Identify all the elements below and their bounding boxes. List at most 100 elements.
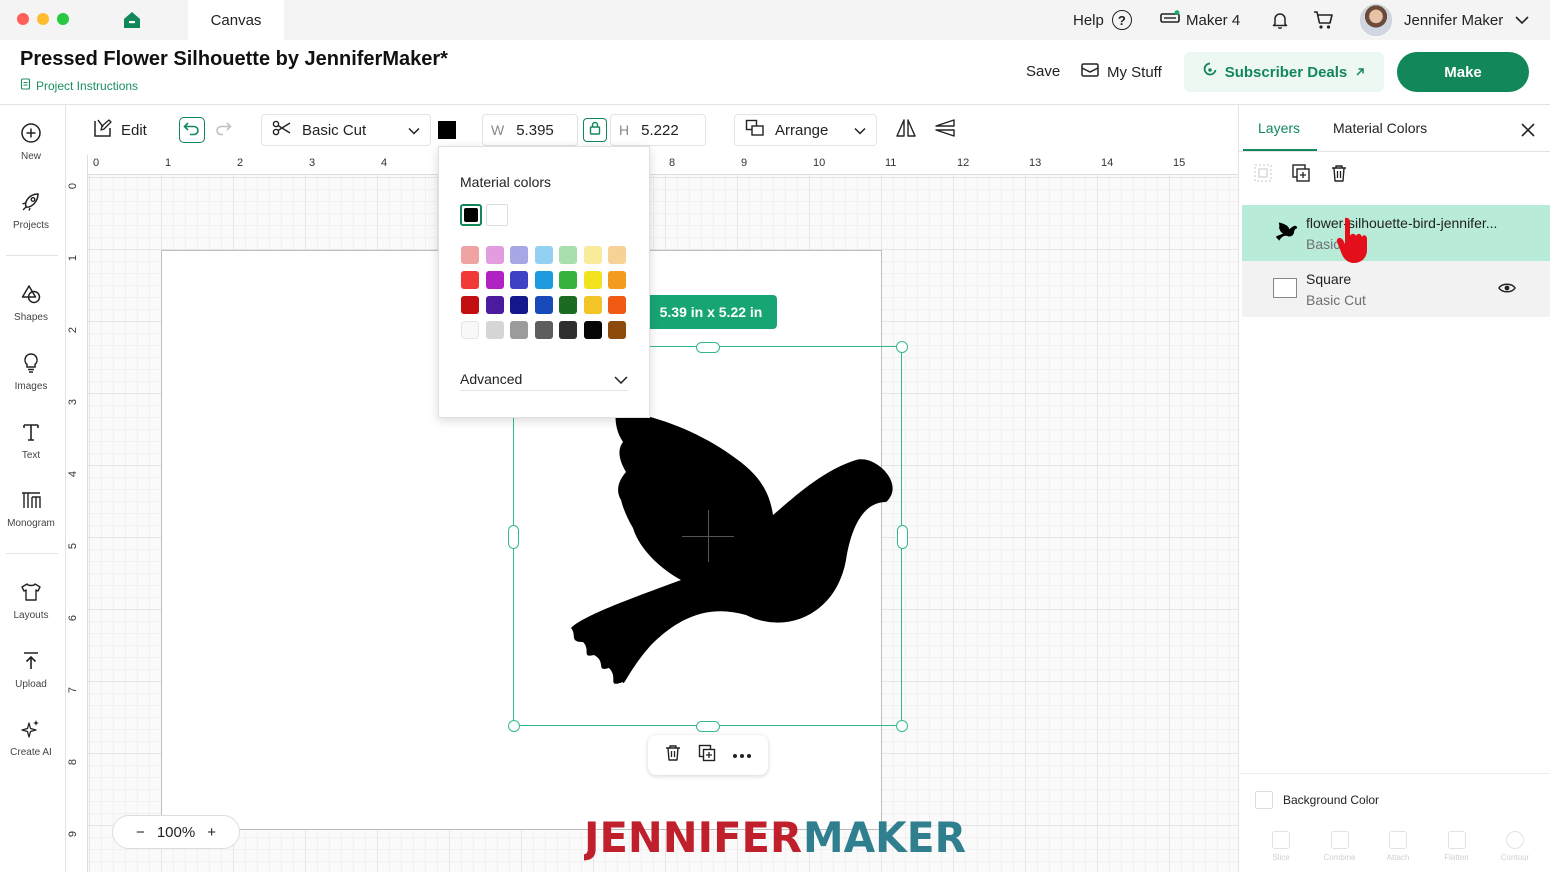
width-label: W [491,122,505,138]
color-swatch[interactable] [559,246,577,264]
color-swatch[interactable] [485,271,504,289]
redo-button[interactable] [214,114,232,146]
color-swatch[interactable] [583,246,602,264]
tab-canvas[interactable]: Canvas [188,0,284,40]
zoom-in-button[interactable]: + [207,824,216,841]
flip-horizontal-button[interactable] [895,114,917,146]
color-swatch[interactable] [534,271,553,289]
rail-item-monogram[interactable]: Monogram [0,489,62,529]
flatten-button[interactable]: Flatten [1429,831,1485,862]
color-swatch[interactable] [534,296,553,314]
width-field[interactable]: W 5.395 [482,114,578,146]
color-swatch[interactable] [559,321,577,339]
background-color-checkbox[interactable] [1255,791,1273,809]
current-color-swatch[interactable] [460,204,482,226]
color-swatch[interactable] [510,296,528,314]
advanced-toggle[interactable]: Advanced [460,367,628,391]
undo-button[interactable] [179,117,205,143]
duplicate-icon[interactable] [1291,163,1311,188]
width-value: 5.395 [516,121,554,139]
duplicate-icon[interactable] [698,744,716,767]
color-swatch[interactable] [583,296,602,314]
resize-handle[interactable] [696,342,720,353]
current-color-swatch[interactable] [486,204,508,226]
maximize-window-button[interactable] [57,13,69,25]
color-swatch[interactable] [534,321,553,339]
layer-row-square[interactable]: Square Basic Cut [1242,261,1550,317]
color-swatch[interactable] [559,296,577,314]
color-swatch[interactable] [608,296,626,314]
rail-label-text: Text [21,450,41,461]
user-menu[interactable]: Jennifer Maker [1360,0,1529,40]
machine-selector[interactable]: Maker 4 [1160,0,1240,40]
color-swatch[interactable] [485,296,504,314]
background-color-toggle[interactable]: Background Color [1255,791,1379,809]
trash-icon[interactable] [664,744,682,767]
project-instructions-link[interactable]: Project Instructions [20,78,138,93]
color-swatch[interactable] [583,321,602,339]
layer-row-bird[interactable]: flower-silhouette-bird-jennifer... Basic… [1242,205,1550,261]
rail-item-text[interactable]: Text [0,421,62,461]
material-color-button[interactable] [438,114,456,146]
design-canvas[interactable]: 0 1 2 3 4 5 6 7 8 9 10 11 12 13 14 15 0 … [66,155,1238,872]
close-window-button[interactable] [17,13,29,25]
color-swatch[interactable] [608,271,626,289]
external-link-icon [1355,64,1365,81]
color-swatch[interactable] [485,321,504,339]
edit-button[interactable]: Edit [93,114,147,146]
subscriber-deals-button[interactable]: Subscriber Deals [1184,52,1384,92]
trash-icon[interactable] [1329,163,1349,188]
home-icon[interactable] [118,8,146,32]
bird-silhouette[interactable] [511,410,906,730]
combine-button[interactable]: Combine [1312,831,1368,862]
ruler-tick-label: 10 [813,157,826,169]
more-icon[interactable] [732,746,752,764]
color-swatch[interactable] [510,271,528,289]
minimize-window-button[interactable] [37,13,49,25]
rail-item-layouts[interactable]: Layouts [0,581,62,621]
flip-vertical-button[interactable] [934,114,956,146]
contour-button[interactable]: Contour [1487,831,1543,862]
attach-button[interactable]: Attach [1370,831,1426,862]
resize-handle[interactable] [896,341,908,353]
slice-icon [1272,831,1290,849]
zoom-out-button[interactable]: − [136,824,145,841]
color-swatch[interactable] [608,246,626,264]
rail-item-projects[interactable]: Projects [0,191,62,231]
color-swatch[interactable] [485,246,504,264]
rail-item-upload[interactable]: Upload [0,650,62,690]
color-swatch[interactable] [510,321,528,339]
rail-item-shapes[interactable]: Shapes [0,283,62,323]
color-swatch[interactable] [534,246,553,264]
slice-button[interactable]: Slice [1253,831,1309,862]
close-icon[interactable] [1520,122,1536,143]
tab-material-colors[interactable]: Material Colors [1333,120,1427,136]
tab-layers[interactable]: Layers [1258,120,1300,136]
operation-select[interactable]: Basic Cut [261,114,431,146]
rail-item-create-ai[interactable]: Create AI [0,718,62,758]
bell-icon[interactable] [1270,0,1290,40]
arrange-select[interactable]: Arrange [734,114,877,146]
arrange-icon [745,119,765,141]
color-swatch[interactable] [510,246,528,264]
help-button[interactable]: Help ? [1073,0,1132,40]
ruler-tick-label: 1 [67,254,80,262]
color-swatch[interactable] [559,271,577,289]
group-icon[interactable] [1253,163,1273,188]
layer-toolbar [1253,163,1349,188]
color-swatch[interactable] [583,271,602,289]
color-swatch[interactable] [461,296,479,314]
make-button[interactable]: Make [1397,52,1529,92]
rail-item-new[interactable]: New [0,122,62,162]
rail-item-images[interactable]: Images [0,352,62,392]
color-swatch[interactable] [461,271,479,289]
cart-icon[interactable] [1313,0,1335,40]
color-swatch[interactable] [461,321,479,339]
my-stuff-button[interactable]: My Stuff [1081,62,1162,82]
color-swatch[interactable] [461,246,479,264]
save-button[interactable]: Save [1026,63,1060,80]
color-swatch[interactable] [608,321,626,339]
eye-icon[interactable] [1498,281,1516,300]
lock-aspect-button[interactable] [583,118,607,142]
height-field[interactable]: H 5.222 [610,114,706,146]
